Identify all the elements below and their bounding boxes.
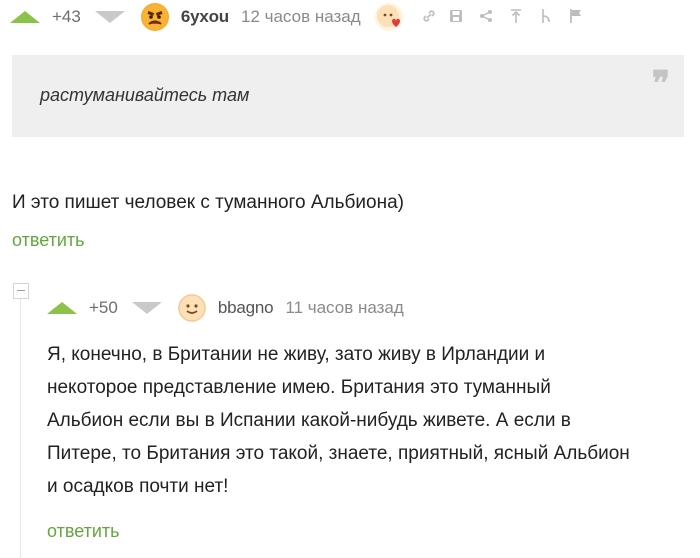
comment-text-line: некоторое представление имею. Британия э…	[47, 377, 551, 398]
timestamp[interactable]: 12 часов назад	[241, 7, 361, 27]
comment-text-line: Я, конечно, в Британии не живу, зато жив…	[47, 344, 546, 365]
username[interactable]: bbagno	[218, 298, 274, 318]
comment-rating: +43	[52, 7, 81, 26]
angry-face-icon	[141, 4, 168, 30]
upvote-button[interactable]	[47, 302, 77, 314]
flag-icon[interactable]	[561, 8, 591, 27]
comment-rating: +50	[89, 298, 118, 317]
share-icon[interactable]	[471, 9, 501, 26]
smiley-face-icon	[178, 294, 206, 322]
avatar[interactable]	[140, 3, 169, 31]
save-icon[interactable]	[441, 9, 471, 26]
branch-icon[interactable]	[531, 8, 561, 27]
avatar[interactable]	[177, 294, 206, 322]
reply-link[interactable]: ответить	[47, 521, 120, 542]
upvote-button[interactable]	[10, 11, 40, 23]
comment-header: +50 bbagno 11 часов назад	[47, 294, 404, 322]
pin-icon[interactable]	[501, 8, 531, 27]
downvote-button[interactable]	[94, 11, 125, 23]
quote-block: растуманивайтесь там ❞	[12, 55, 684, 137]
comment-text: И это пишет человек с туманного Альбиона…	[12, 192, 404, 213]
quote-text: растуманивайтесь там	[40, 85, 250, 105]
timestamp[interactable]: 11 часов назад	[285, 298, 403, 318]
comment-text: Я, конечно, в Британии не живу, зато жив…	[47, 338, 630, 503]
collapse-thread-button[interactable]	[13, 283, 29, 299]
heart-badge-icon	[374, 3, 403, 31]
comment-text-line: Питере, то Британия это такой, знаете, п…	[47, 443, 630, 464]
thread-line[interactable]	[20, 293, 21, 558]
downvote-button[interactable]	[131, 302, 162, 314]
reply-link[interactable]: ответить	[12, 230, 85, 251]
username[interactable]: 6yxou	[181, 7, 229, 27]
link-icon[interactable]	[417, 9, 441, 26]
comment-header: +43 6yxou 12 часов назад	[10, 3, 591, 31]
comment-text-line: Альбион если вы в Испании какой-нибудь ж…	[47, 410, 571, 431]
comment-text-line: и осадков почти нет!	[47, 476, 229, 497]
quote-icon: ❞	[651, 64, 670, 104]
